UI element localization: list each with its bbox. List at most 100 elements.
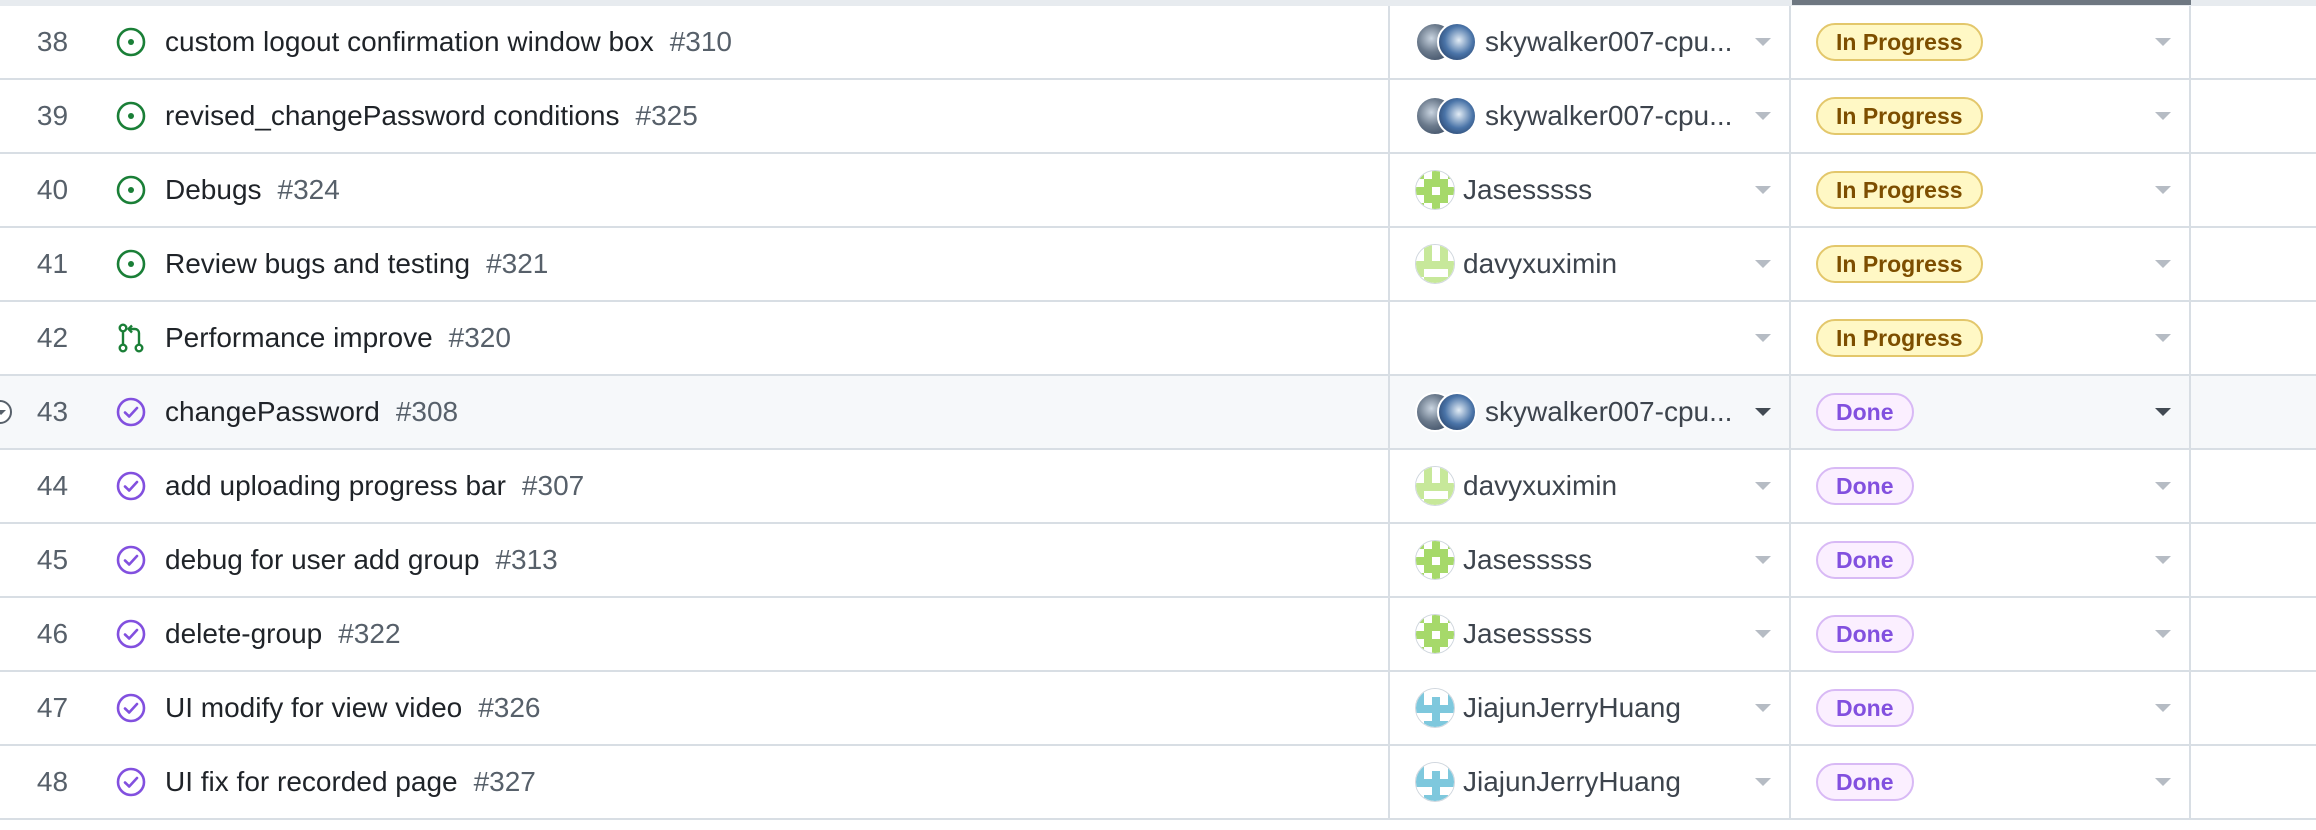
empty-field-cell[interactable] (2193, 376, 2316, 448)
chevron-down-icon[interactable] (2155, 334, 2171, 342)
chevron-down-icon[interactable] (2155, 260, 2171, 268)
empty-field-cell[interactable] (2193, 80, 2316, 152)
assignees-cell[interactable] (1391, 302, 1791, 374)
table-row[interactable]: 40 Debugs #324 Jasesssss In Progress (0, 154, 2316, 228)
chevron-down-icon[interactable] (1755, 704, 1771, 712)
table-row[interactable]: 48 UI fix for recorded page #327 JiajunJ… (0, 746, 2316, 820)
empty-field-cell[interactable] (2193, 524, 2316, 596)
chevron-down-icon[interactable] (1755, 112, 1771, 120)
title-cell[interactable]: debug for user add group #313 (105, 524, 1390, 596)
issue-number[interactable]: #313 (495, 544, 557, 576)
chevron-down-icon[interactable] (1755, 186, 1771, 194)
empty-field-cell[interactable] (2193, 6, 2316, 78)
chevron-down-icon[interactable] (2155, 778, 2171, 786)
issue-number[interactable]: #310 (670, 26, 732, 58)
table-row[interactable]: 43 changePassword #308 skywalker007-cpu.… (0, 376, 2316, 450)
chevron-down-icon[interactable] (1755, 260, 1771, 268)
item-title[interactable]: UI fix for recorded page (165, 766, 458, 798)
status-cell[interactable]: Done (1792, 746, 2191, 818)
assignees-cell[interactable]: Jasesssss (1391, 598, 1791, 670)
status-cell[interactable]: Done (1792, 672, 2191, 744)
status-cell[interactable]: Done (1792, 450, 2191, 522)
issue-number[interactable]: #320 (449, 322, 511, 354)
status-cell[interactable]: Done (1792, 598, 2191, 670)
issue-number[interactable]: #325 (636, 100, 698, 132)
title-cell[interactable]: add uploading progress bar #307 (105, 450, 1390, 522)
assignees-cell[interactable]: skywalker007-cpu... (1391, 376, 1791, 448)
chevron-down-icon[interactable] (1755, 334, 1771, 342)
assignees-cell[interactable]: skywalker007-cpu... (1391, 6, 1791, 78)
table-row[interactable]: 42 Performance improve #320 In Progress (0, 302, 2316, 376)
item-title[interactable]: custom logout confirmation window box (165, 26, 654, 58)
item-title[interactable]: Performance improve (165, 322, 433, 354)
table-row[interactable]: 41 Review bugs and testing #321 davyxuxi… (0, 228, 2316, 302)
item-title[interactable]: debug for user add group (165, 544, 479, 576)
title-cell[interactable]: revised_changePassword conditions #325 (105, 80, 1390, 152)
status-cell[interactable]: In Progress (1792, 80, 2191, 152)
assignees-cell[interactable]: Jasesssss (1391, 154, 1791, 226)
item-title[interactable]: Review bugs and testing (165, 248, 470, 280)
title-cell[interactable]: UI modify for view video #326 (105, 672, 1390, 744)
assignees-cell[interactable]: davyxuximin (1391, 450, 1791, 522)
issue-number[interactable]: #327 (474, 766, 536, 798)
table-row[interactable]: 45 debug for user add group #313 Jasesss… (0, 524, 2316, 598)
empty-field-cell[interactable] (2193, 228, 2316, 300)
chevron-down-icon[interactable] (1755, 408, 1771, 416)
empty-field-cell[interactable] (2193, 302, 2316, 374)
empty-field-cell[interactable] (2193, 746, 2316, 818)
status-cell[interactable]: In Progress (1792, 302, 2191, 374)
item-title[interactable]: revised_changePassword conditions (165, 100, 620, 132)
item-title[interactable]: Debugs (165, 174, 262, 206)
assignees-cell[interactable]: JiajunJerryHuang (1391, 746, 1791, 818)
empty-field-cell[interactable] (2193, 450, 2316, 522)
chevron-down-icon[interactable] (2155, 704, 2171, 712)
assignee-name: skywalker007-cpu... (1485, 100, 1733, 131)
chevron-down-icon[interactable] (1755, 556, 1771, 564)
issue-number[interactable]: #326 (478, 692, 540, 724)
title-cell[interactable]: Performance improve #320 (105, 302, 1390, 374)
assignees-cell[interactable]: davyxuximin (1391, 228, 1791, 300)
status-cell[interactable]: In Progress (1792, 228, 2191, 300)
item-title[interactable]: add uploading progress bar (165, 470, 506, 502)
issue-number[interactable]: #307 (522, 470, 584, 502)
title-cell[interactable]: Review bugs and testing #321 (105, 228, 1390, 300)
empty-field-cell[interactable] (2193, 598, 2316, 670)
table-row[interactable]: 46 delete-group #322 Jasesssss Done (0, 598, 2316, 672)
empty-field-cell[interactable] (2193, 672, 2316, 744)
chevron-down-icon[interactable] (1755, 630, 1771, 638)
table-row[interactable]: 44 add uploading progress bar #307 davyx… (0, 450, 2316, 524)
table-row[interactable]: 47 UI modify for view video #326 JiajunJ… (0, 672, 2316, 746)
status-cell[interactable]: In Progress (1792, 154, 2191, 226)
issue-number[interactable]: #322 (338, 618, 400, 650)
item-title[interactable]: delete-group (165, 618, 322, 650)
title-cell[interactable]: delete-group #322 (105, 598, 1390, 670)
table-row[interactable]: 38 custom logout confirmation window box… (0, 6, 2316, 80)
title-cell[interactable]: custom logout confirmation window box #3… (105, 6, 1390, 78)
chevron-down-icon[interactable] (2155, 482, 2171, 490)
chevron-down-icon[interactable] (2155, 408, 2171, 416)
assignees-cell[interactable]: skywalker007-cpu... (1391, 80, 1791, 152)
chevron-down-icon[interactable] (1755, 778, 1771, 786)
issue-number[interactable]: #321 (486, 248, 548, 280)
chevron-down-icon[interactable] (2155, 38, 2171, 46)
item-title[interactable]: changePassword (165, 396, 380, 428)
chevron-down-icon[interactable] (2155, 556, 2171, 564)
chevron-down-icon[interactable] (2155, 186, 2171, 194)
issue-number[interactable]: #308 (396, 396, 458, 428)
status-cell[interactable]: Done (1792, 376, 2191, 448)
issue-number[interactable]: #324 (278, 174, 340, 206)
empty-field-cell[interactable] (2193, 154, 2316, 226)
chevron-down-icon[interactable] (1755, 482, 1771, 490)
status-cell[interactable]: In Progress (1792, 6, 2191, 78)
assignees-cell[interactable]: Jasesssss (1391, 524, 1791, 596)
title-cell[interactable]: Debugs #324 (105, 154, 1390, 226)
item-title[interactable]: UI modify for view video (165, 692, 462, 724)
title-cell[interactable]: UI fix for recorded page #327 (105, 746, 1390, 818)
table-row[interactable]: 39 revised_changePassword conditions #32… (0, 80, 2316, 154)
chevron-down-icon[interactable] (2155, 630, 2171, 638)
chevron-down-icon[interactable] (1755, 38, 1771, 46)
title-cell[interactable]: changePassword #308 (105, 376, 1390, 448)
status-cell[interactable]: Done (1792, 524, 2191, 596)
chevron-down-icon[interactable] (2155, 112, 2171, 120)
assignees-cell[interactable]: JiajunJerryHuang (1391, 672, 1791, 744)
